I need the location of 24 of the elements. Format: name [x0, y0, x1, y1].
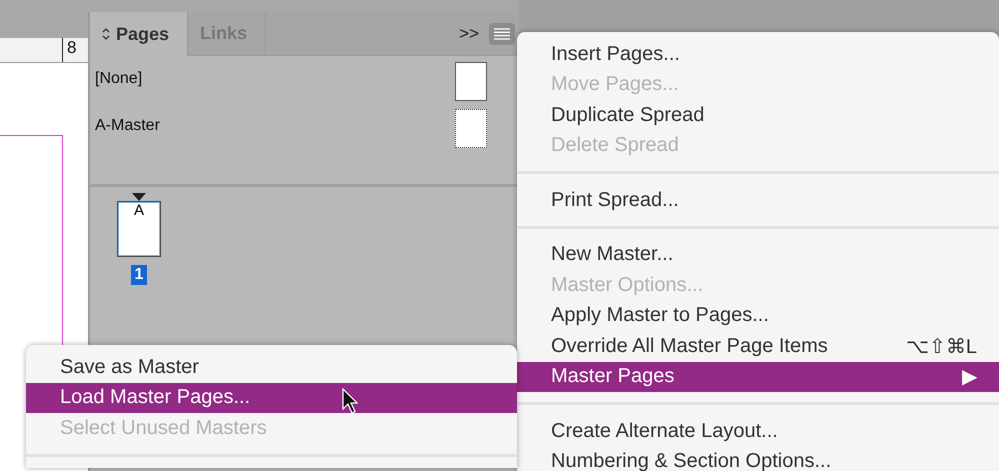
menu-item[interactable]: Duplicate Spread — [517, 100, 999, 130]
master-name[interactable]: [None] — [95, 70, 142, 88]
menu-item[interactable]: Load Master Pages... — [26, 382, 517, 413]
overflow-button[interactable]: >> — [459, 24, 479, 44]
sort-icon — [102, 27, 110, 41]
menu-item[interactable]: Override All Master Page Items ⌥⇧⌘L — [517, 331, 999, 362]
menu-item[interactable]: Apply Master to Pages... — [517, 300, 999, 331]
master-prefix: A — [134, 202, 144, 221]
panel-tab[interactable]: Pages — [90, 12, 188, 56]
page-number[interactable]: 1 — [130, 265, 148, 285]
menu-item[interactable]: Save as Master — [26, 352, 517, 382]
master-name[interactable]: A-Master — [95, 117, 160, 135]
panel-menu-button[interactable] — [489, 22, 515, 44]
menu-item[interactable]: New Master... — [517, 240, 999, 270]
menu-item[interactable]: Print Spread... — [517, 185, 999, 216]
menu-item[interactable]: Master Pages ▶ — [517, 362, 999, 392]
menu-icon — [494, 28, 510, 40]
master-thumbnail[interactable] — [455, 62, 487, 101]
cursor-icon — [342, 388, 358, 414]
page-thumbnail[interactable]: A — [117, 201, 161, 257]
master-thumbnail[interactable] — [455, 109, 487, 148]
menu-item[interactable]: Insert Pages... — [517, 39, 999, 70]
ruler-label: 8 — [62, 38, 76, 62]
menu-item[interactable]: Create Alternate Layout... — [517, 416, 999, 446]
